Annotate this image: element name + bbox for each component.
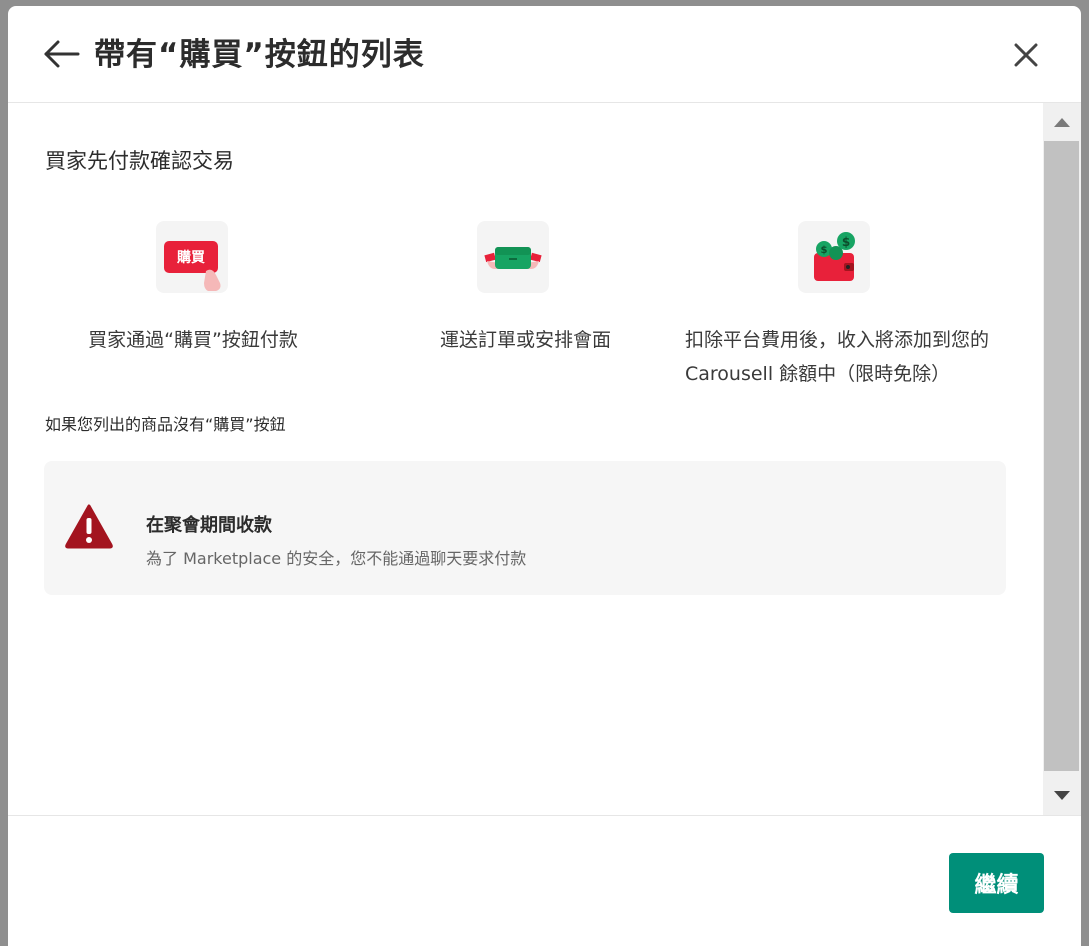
step-2-text: 運送訂單或安排會面 <box>439 329 611 351</box>
warning-triangle-icon <box>64 503 114 549</box>
dialog-title: 帶有“購買”按鈕的列表 <box>94 37 425 73</box>
buy-icon-label: 購買 <box>176 249 206 266</box>
back-button[interactable] <box>42 36 82 72</box>
scroll-up-button[interactable] <box>1043 103 1081 139</box>
dialog-header: 帶有“購買”按鈕的列表 <box>8 6 1081 103</box>
arrow-left-icon <box>44 40 80 68</box>
warning-title: 在聚會期間收款 <box>146 515 272 536</box>
dialog-body: 買家先付款確認交易 購買 買家通過“購買”按鈕付款 運送訂單或安排會面 $ $ … <box>8 103 1041 815</box>
note-heading: 如果您列出的商品沒有“購買”按鈕 <box>45 415 286 434</box>
warning-description: 為了 Marketplace 的安全，您不能通過聊天要求付款 <box>146 549 527 568</box>
listing-dialog: 帶有“購買”按鈕的列表 買家先付款確認交易 購買 買家通過“購買”按鈕付款 運送… <box>8 6 1081 946</box>
warning-box: 在聚會期間收款 為了 Marketplace 的安全，您不能通過聊天要求付款 <box>44 461 1006 595</box>
continue-button[interactable]: 繼續 <box>949 853 1044 913</box>
wallet-coins-icon: $ $ <box>798 221 870 293</box>
close-button[interactable] <box>1010 39 1042 71</box>
scrollbar[interactable] <box>1043 103 1081 815</box>
dialog-footer: 繼續 <box>8 815 1081 946</box>
step-1-text: 買家通過“購買”按鈕付款 <box>88 329 298 351</box>
svg-text:$: $ <box>842 235 850 249</box>
buy-button-icon: 購買 <box>156 221 228 293</box>
close-icon <box>1014 43 1038 67</box>
step-3-text: 扣除平台費用後，收入將添加到您的 Carousell 餘額中（限時免除） <box>685 329 990 385</box>
scroll-down-button[interactable] <box>1043 779 1081 815</box>
triangle-down-icon <box>1054 791 1070 800</box>
svg-text:$: $ <box>821 245 828 256</box>
scroll-thumb[interactable] <box>1044 141 1079 771</box>
section-title: 買家先付款確認交易 <box>45 149 234 173</box>
package-handoff-icon <box>477 221 549 293</box>
triangle-up-icon <box>1054 118 1070 127</box>
